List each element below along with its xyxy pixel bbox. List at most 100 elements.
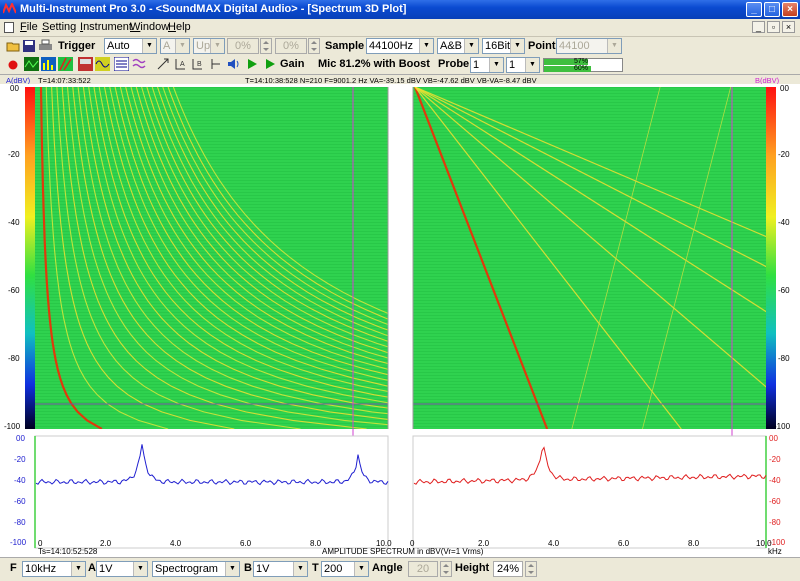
menu-file[interactable]: File	[20, 21, 38, 33]
y-tick-a-3: -60	[8, 286, 20, 295]
spec-tick-a-4: -80	[14, 518, 26, 527]
x-tick-b-3: 6.0	[618, 539, 629, 548]
channel-mode-select[interactable]: A&B▼	[437, 38, 479, 54]
y-tick-a-0: 00	[10, 84, 19, 93]
spectrogram-icon[interactable]	[58, 57, 73, 71]
b-range-label: B	[244, 562, 252, 574]
display-mode-select[interactable]: Spectrogram▼	[152, 561, 240, 577]
x-tick-a-1: 2.0	[100, 539, 111, 548]
close-button[interactable]: ×	[782, 2, 798, 17]
mic-status: Mic 81.2% with Boost	[318, 58, 430, 70]
spec-tick-b-0: 00	[769, 434, 778, 443]
bit-depth-select[interactable]: 16Bit▼	[482, 38, 525, 54]
probe-b-select[interactable]: 1▼	[506, 57, 540, 73]
trigger-delay-spinner[interactable]	[308, 38, 320, 54]
speaker-icon[interactable]	[226, 57, 241, 71]
toolbar-main: Trigger Auto▼ A▼ Up▼ 0% 0% Sample 44100H…	[0, 37, 800, 56]
signal-generator-icon[interactable]	[95, 57, 110, 71]
maximize-button[interactable]: □	[764, 2, 780, 17]
oscilloscope-icon[interactable]	[24, 57, 39, 71]
trigger-edge-select[interactable]: Up▼	[193, 38, 225, 54]
spec-tick-a-0: 00	[16, 434, 25, 443]
point-label: Point	[528, 40, 556, 52]
trigger-level-spinner[interactable]	[260, 38, 272, 54]
spec-tick-b-4: -80	[769, 518, 781, 527]
toolbar-instruments: A B Gain Mic 81.2% with Boost Probe 1▼ 1…	[0, 56, 800, 75]
play-gain-icon[interactable]	[263, 57, 278, 71]
svg-text:B: B	[197, 61, 202, 68]
marker-icon[interactable]	[208, 57, 223, 71]
y-tick-a-5: -100	[4, 422, 20, 431]
print-icon[interactable]	[38, 39, 53, 53]
spec-tick-a-1: -20	[14, 455, 26, 464]
trigger-mode-select[interactable]: Auto▼	[104, 38, 157, 54]
menu-setting[interactable]: Setting	[42, 21, 76, 33]
x-tick-b-4: 8.0	[688, 539, 699, 548]
height-spinner[interactable]	[525, 561, 537, 577]
data-logger-icon[interactable]	[132, 57, 147, 71]
mdi-restore-button[interactable]: ▫	[767, 21, 780, 33]
mdi-close-button[interactable]: ×	[782, 21, 795, 33]
menu-bar: File Setting Instrument Window Help _ ▫ …	[0, 19, 800, 37]
dds-icon[interactable]	[114, 57, 129, 71]
height-field[interactable]: 24%	[493, 561, 523, 577]
y-tick-b-3: -60	[778, 286, 790, 295]
angle-field[interactable]: 20	[408, 561, 438, 577]
spec-tick-a-2: -40	[14, 476, 26, 485]
sample-rate-select[interactable]: 44100Hz▼	[366, 38, 434, 54]
x-tick-a-3: 6.0	[240, 539, 251, 548]
open-folder-icon[interactable]	[6, 39, 21, 53]
mdi-minimize-button[interactable]: _	[752, 21, 765, 33]
y-tick-b-5: -100	[774, 422, 790, 431]
probe-a-select[interactable]: 1▼	[470, 57, 504, 73]
cursor-a-icon[interactable]: A	[173, 57, 188, 71]
device-test-icon[interactable]	[156, 57, 171, 71]
spec-tick-b-1: -20	[769, 455, 781, 464]
save-icon[interactable]	[22, 39, 37, 53]
minimize-button[interactable]: _	[746, 2, 762, 17]
multimeter-icon[interactable]	[78, 57, 93, 71]
record-icon[interactable]	[6, 58, 21, 72]
khz-label: kHz	[768, 547, 782, 556]
y-tick-b-2: -40	[778, 218, 790, 227]
spectrogram-b	[413, 87, 766, 429]
menu-instrument[interactable]: Instrument	[80, 21, 132, 33]
color-scale-b	[766, 87, 776, 429]
b-range-select[interactable]: 1V▼	[253, 561, 308, 577]
spectrum-b-panel	[413, 436, 766, 548]
x-tick-a-2: 4.0	[170, 539, 181, 548]
cursor-b-icon[interactable]: B	[190, 57, 205, 71]
menu-window[interactable]: Window	[130, 21, 169, 33]
y-tick-a-4: -80	[8, 354, 20, 363]
spec-tick-b-2: -40	[769, 476, 781, 485]
angle-spinner[interactable]	[440, 561, 452, 577]
y-tick-a-2: -40	[8, 218, 20, 227]
trigger-delay-field[interactable]: 0%	[275, 38, 307, 54]
gain-label: Gain	[280, 58, 304, 70]
trigger-label: Trigger	[58, 40, 95, 52]
trigger-level-field[interactable]: 0%	[227, 38, 259, 54]
play-icon[interactable]	[245, 57, 260, 71]
svg-text:A: A	[180, 61, 185, 68]
y-tick-b-0: 00	[780, 84, 789, 93]
trigger-channel-select[interactable]: A▼	[160, 38, 190, 54]
bottom-controls: F 10kHz▼ A 1V▼ Spectrogram▼ B 1V▼ T 200▼…	[0, 557, 800, 581]
menu-help[interactable]: Help	[168, 21, 191, 33]
y-tick-b-4: -80	[778, 354, 790, 363]
probe-label: Probe	[438, 58, 469, 70]
spectrum-analyzer-icon[interactable]	[41, 57, 56, 71]
sample-label: Sample	[325, 40, 364, 52]
document-icon	[4, 22, 14, 33]
frequency-range-select[interactable]: 10kHz▼	[22, 561, 86, 577]
f-label: F	[10, 562, 17, 574]
point-select[interactable]: 44100▼	[556, 38, 622, 54]
y-tick-b-1: -20	[778, 150, 790, 159]
angle-label: Angle	[372, 562, 403, 574]
x-tick-a-4: 8.0	[310, 539, 321, 548]
frames-select[interactable]: 200▼	[321, 561, 369, 577]
spec-tick-a-5: -100	[10, 538, 26, 547]
spectrum-3d-plot[interactable]	[0, 84, 800, 557]
title-bar: Multi-Instrument Pro 3.0 - <SoundMAX Dig…	[0, 0, 800, 19]
input-gain-meter: 57% 60%	[543, 58, 623, 72]
a-range-select[interactable]: 1V▼	[96, 561, 148, 577]
